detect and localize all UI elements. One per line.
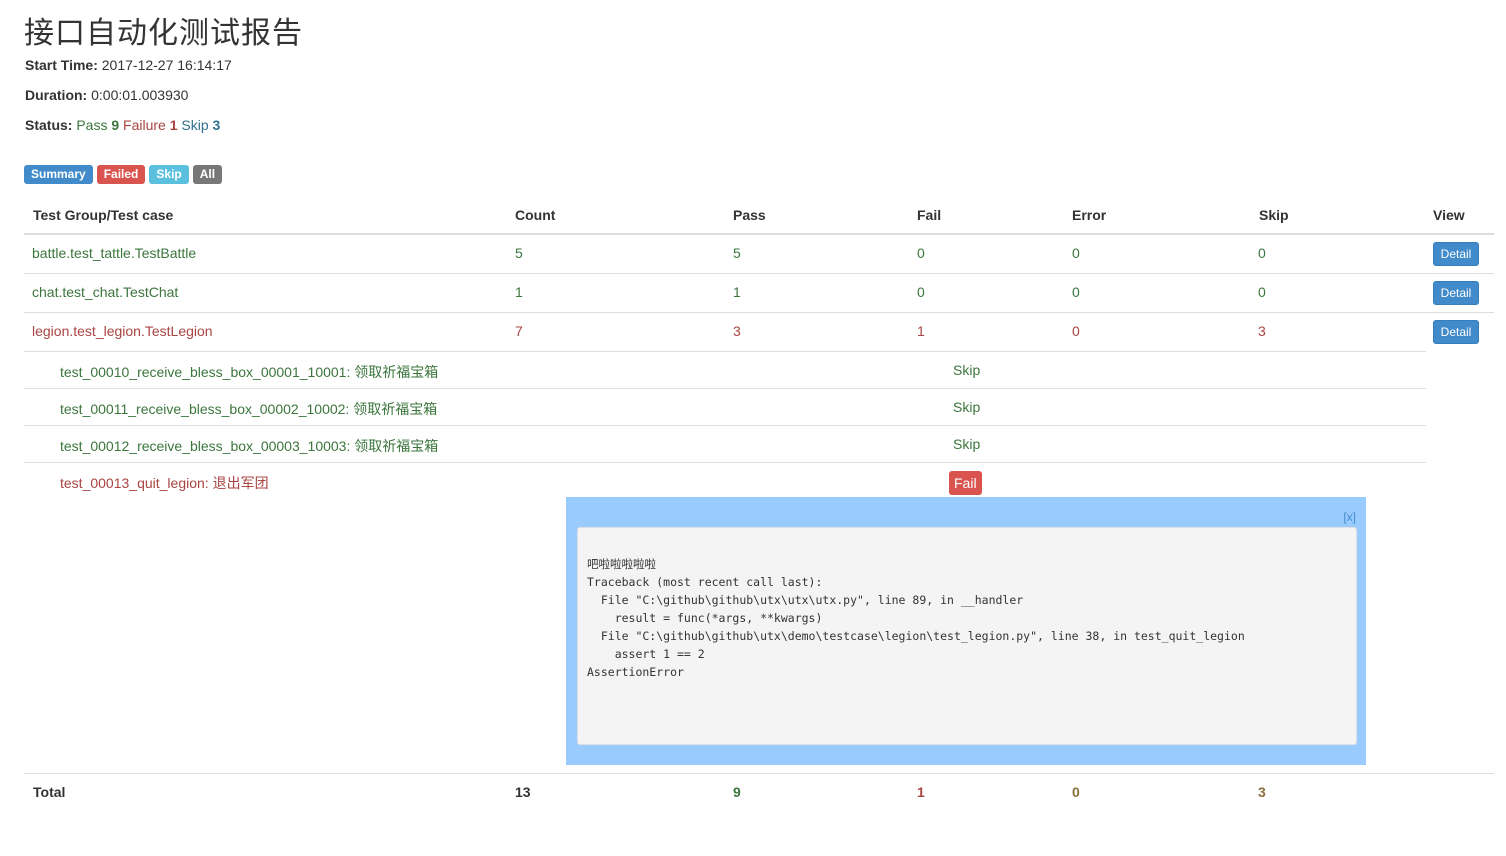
total-pass: 9 <box>733 784 741 800</box>
start-time-value: 2017-12-27 16:14:17 <box>101 57 232 73</box>
group-skip: 3 <box>1258 323 1266 339</box>
total-divider <box>24 773 1494 774</box>
filter-tabs: Summary Failed Skip All <box>24 165 223 184</box>
group-count: 5 <box>515 245 523 261</box>
header-fail: Fail <box>917 207 942 223</box>
group-fail: 1 <box>917 323 925 339</box>
case-name: test_00012_receive_bless_box_00003_10003… <box>60 438 439 454</box>
start-time-row: Start Time: 2017-12-27 16:14:17 <box>25 57 232 73</box>
header-pass: Pass <box>733 207 766 223</box>
group-name: battle.test_tattle.TestBattle <box>32 245 197 261</box>
detail-button[interactable]: Detail <box>1433 242 1479 266</box>
group-name: legion.test_legion.TestLegion <box>32 323 213 339</box>
error-output-popup: [x] 吧啦啦啦啦啦 Traceback (most recent call l… <box>566 497 1366 765</box>
row-divider <box>24 351 1426 352</box>
total-count: 13 <box>515 784 531 800</box>
error-output-box: 吧啦啦啦啦啦 Traceback (most recent call last)… <box>577 527 1357 745</box>
group-error: 0 <box>1072 323 1080 339</box>
case-name: test_00013_quit_legion: 退出军团 <box>60 475 269 491</box>
failed-button[interactable]: Failed <box>96 165 146 184</box>
group-error: 0 <box>1072 284 1080 300</box>
group-skip: 0 <box>1258 245 1266 261</box>
status-label: Status: <box>25 117 73 133</box>
duration-row: Duration: 0:00:01.003930 <box>25 87 188 103</box>
header-error: Error <box>1072 207 1107 223</box>
report-title: 接口自动化测试报告 <box>24 16 303 51</box>
total-label: Total <box>33 784 66 800</box>
fail-badge-button[interactable]: Fail <box>949 471 982 495</box>
status-row: Status: Pass 9 Failure 1 Skip 3 <box>25 117 220 133</box>
skip-count: 3 <box>212 117 221 133</box>
header-divider <box>24 233 1494 235</box>
row-divider <box>24 273 1494 274</box>
group-count: 7 <box>515 323 523 339</box>
header-view: View <box>1433 207 1465 223</box>
group-error: 0 <box>1072 245 1080 261</box>
skip-label: Skip <box>181 117 209 133</box>
start-time-label: Start Time: <box>25 57 98 73</box>
duration-label: Duration: <box>25 87 88 103</box>
group-name: chat.test_chat.TestChat <box>32 284 179 300</box>
group-pass: 5 <box>733 245 741 261</box>
row-divider <box>24 312 1494 313</box>
duration-value: 0:00:01.003930 <box>91 87 189 103</box>
case-name: test_00011_receive_bless_box_00002_10002… <box>60 401 438 417</box>
pass-count: 9 <box>111 117 120 133</box>
skip-button[interactable]: Skip <box>149 165 189 184</box>
case-name: test_00010_receive_bless_box_00001_10001… <box>60 364 439 380</box>
group-pass: 1 <box>733 284 741 300</box>
group-count: 1 <box>515 284 523 300</box>
failure-count: 1 <box>169 117 178 133</box>
header-skip: Skip <box>1259 207 1289 223</box>
failure-label: Failure <box>123 117 166 133</box>
case-status: Skip <box>953 436 981 452</box>
header-group: Test Group/Test case <box>33 207 174 223</box>
detail-button[interactable]: Detail <box>1433 320 1479 344</box>
group-skip: 0 <box>1258 284 1266 300</box>
row-divider <box>24 462 1426 463</box>
case-status: Skip <box>953 362 981 378</box>
group-fail: 0 <box>917 245 925 261</box>
row-divider <box>24 425 1426 426</box>
detail-button[interactable]: Detail <box>1433 281 1479 305</box>
group-fail: 0 <box>917 284 925 300</box>
total-fail: 1 <box>917 784 925 800</box>
row-divider <box>24 388 1426 389</box>
pass-label: Pass <box>76 117 108 133</box>
summary-button[interactable]: Summary <box>24 165 93 184</box>
popup-close-button[interactable]: [x] <box>1343 510 1356 524</box>
group-pass: 3 <box>733 323 741 339</box>
case-status: Skip <box>953 399 981 415</box>
header-count: Count <box>515 207 556 223</box>
error-traceback: 吧啦啦啦啦啦 Traceback (most recent call last)… <box>587 557 1245 679</box>
total-skip: 3 <box>1258 784 1266 800</box>
all-button[interactable]: All <box>192 165 223 184</box>
total-error: 0 <box>1072 784 1080 800</box>
